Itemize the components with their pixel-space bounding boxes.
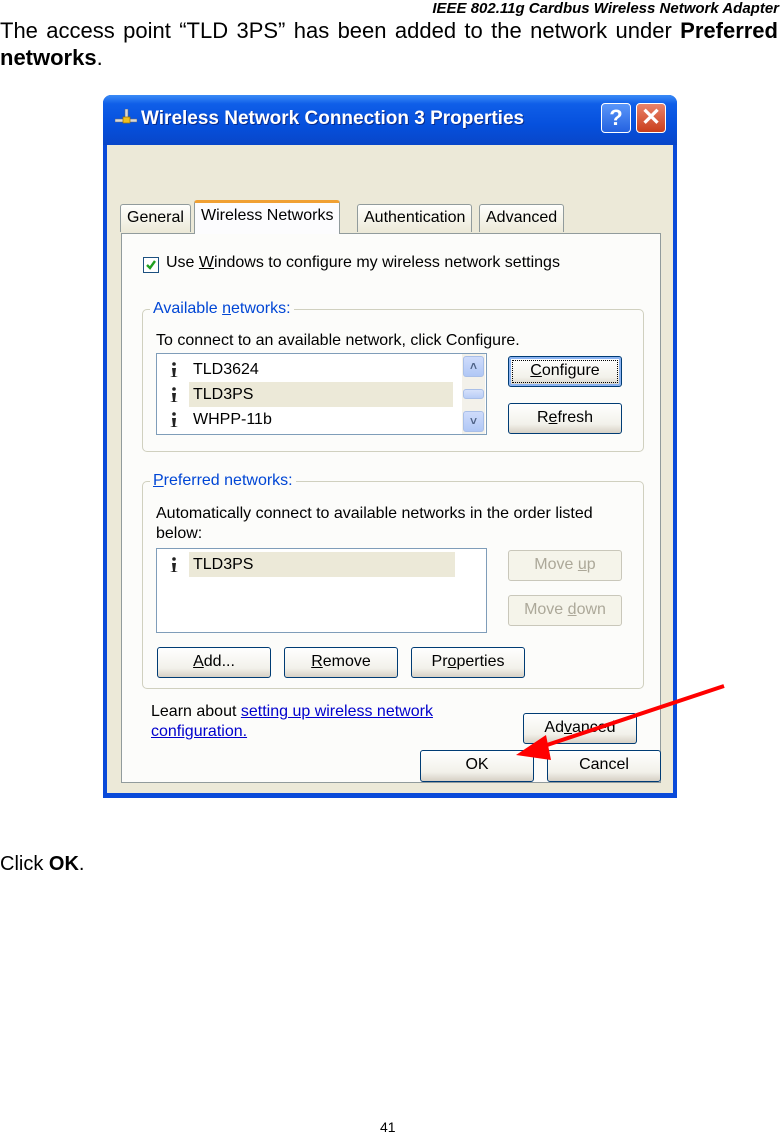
label-part: indows to configure my wireless network … [214,254,560,271]
scroll-up-button[interactable]: ˄ [463,356,484,377]
properties-dialog: Wireless Network Connection 3 Properties… [103,95,677,798]
instruction-prefix: Click [0,853,49,875]
label-part: n [222,300,231,317]
dialog-client-area: General Wireless Networks Authentication… [107,145,673,793]
preferred-networks-label: Preferred networks: [150,472,296,490]
page-number: 41 [380,1119,396,1135]
preferred-networks-description: Automatically connect to available netwo… [156,504,593,544]
help-button[interactable]: ? [601,103,631,133]
label-part: Available [153,300,223,317]
label-part: Pr [431,653,448,670]
description-line: below: [156,525,203,542]
label-part: anced [571,719,616,736]
learn-prefix: Learn about [151,703,241,720]
advanced-button[interactable]: Advanced [523,713,637,744]
label-part: referred networks: [163,472,293,489]
window-title: Wireless Network Connection 3 Properties [141,108,525,129]
antenna-icon [170,557,178,572]
wireless-setup-link[interactable]: setting up wireless network [241,703,433,720]
antenna-icon [170,412,178,427]
tab-wireless-networks[interactable]: Wireless Networks [194,200,341,234]
description-line: Automatically connect to available netwo… [156,505,593,522]
label-part: emove [322,653,371,670]
cancel-button[interactable]: Cancel [547,750,661,782]
move-down-button[interactable]: Move down [508,595,622,626]
tab-general[interactable]: General [120,204,191,232]
instruction-text: Click OK. [0,853,84,876]
label-part: R [536,409,549,426]
remove-button[interactable]: Remove [284,647,398,678]
label-part: u [577,556,587,573]
available-networks-description: To connect to an available network, clic… [156,332,520,349]
properties-button[interactable]: Properties [411,647,525,678]
available-networks-list[interactable]: TLD3624 TLD3PS WHPP-11b ˄ ˅ [156,353,487,435]
label-part: own [576,601,606,618]
document-header: IEEE 802.11g Cardbus Wireless Network Ad… [432,0,779,17]
label-part: dd... [203,653,235,670]
label-part: perties [456,653,505,670]
focus-ring [512,360,618,383]
label-part: R [311,653,323,670]
list-item[interactable]: TLD3624 [157,357,457,382]
antenna-icon [170,387,178,402]
tab-authentication[interactable]: Authentication [357,204,473,232]
move-up-button[interactable]: Move up [508,550,622,581]
close-button[interactable]: ✕ [636,103,666,133]
list-item[interactable]: TLD3PS [157,382,457,407]
label-part: v [563,719,572,736]
network-name: TLD3PS [189,552,455,577]
label-part: d [567,601,577,618]
configure-button[interactable]: Configure [508,356,622,387]
refresh-button[interactable]: Refresh [508,403,622,434]
label-part: Move [534,556,578,573]
label-part: Move [524,601,568,618]
scroll-down-button[interactable]: ˅ [463,411,484,432]
antenna-icon [170,362,178,377]
intro-text: The access point “TLD 3PS” has been adde… [0,18,681,43]
preferred-networks-list[interactable]: TLD3PS [156,548,487,633]
ok-button[interactable]: OK [420,750,534,782]
intro-end: . [96,45,103,70]
available-networks-label: Available networks: [150,300,294,318]
add-button[interactable]: Add... [157,647,271,678]
title-bar[interactable]: Wireless Network Connection 3 Properties… [103,95,677,145]
network-connection-icon [115,109,137,124]
intro-paragraph: The access point “TLD 3PS” has been adde… [0,17,778,71]
network-name: TLD3PS [189,382,453,407]
label-part: P [153,472,164,489]
label-part: etworks: [231,300,291,317]
use-windows-checkbox[interactable] [143,257,159,273]
scroll-thumb[interactable] [463,389,484,399]
label-part: Use [166,254,199,271]
instruction-bold: OK [48,853,79,875]
vertical-scrollbar[interactable]: ˄ ˅ [462,354,485,434]
instruction-end: . [78,853,85,875]
network-name: TLD3624 [193,361,259,378]
learn-about-text: Learn about setting up wireless network c… [151,702,433,742]
network-name: WHPP-11b [193,411,272,428]
use-windows-label[interactable]: Use Windows to configure my wireless net… [166,254,560,272]
list-item[interactable]: TLD3PS [157,552,457,577]
checkmark-icon [146,260,156,270]
label-part: A [193,653,204,670]
label-part: p [586,556,596,573]
wireless-setup-link-cont[interactable]: configuration. [151,723,247,740]
label-part: Ad [544,719,564,736]
list-item[interactable]: WHPP-11b [157,407,457,432]
tab-advanced[interactable]: Advanced [479,204,565,232]
label-part: fresh [557,409,594,426]
label-part: W [198,254,215,271]
